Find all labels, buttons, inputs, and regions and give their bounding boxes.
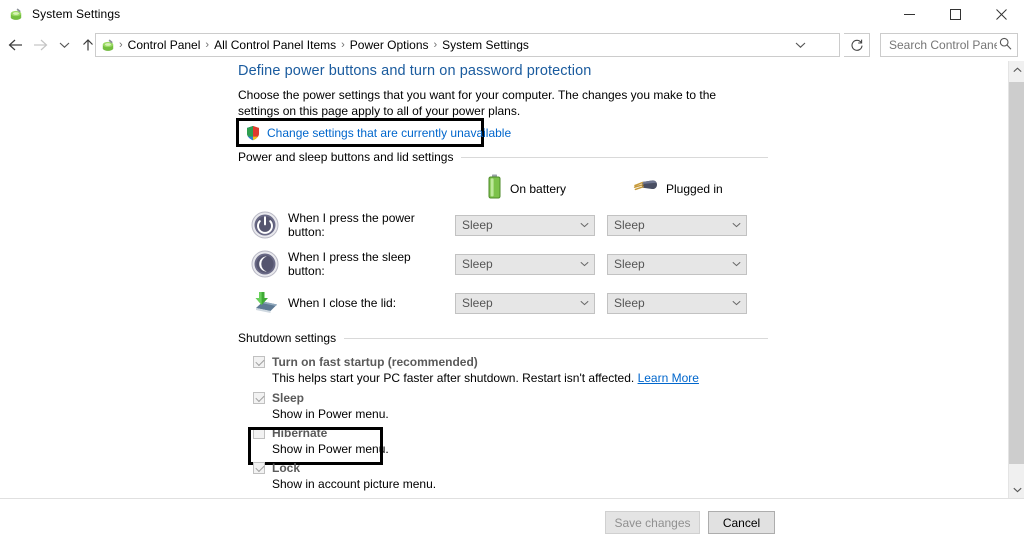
setting-label-power-button: When I press the power button: — [288, 211, 415, 239]
chevron-down-icon — [578, 300, 590, 306]
shutdown-section-header: Shutdown settings — [238, 331, 768, 345]
fast-startup-label: Turn on fast startup (recommended) — [272, 355, 478, 369]
sleep-label: Sleep — [272, 391, 305, 405]
lock-checkbox[interactable] — [253, 462, 265, 474]
shutdown-item-sleep: Sleep Show in Power menu. — [253, 391, 389, 421]
breadcrumb-item-control-panel[interactable]: Control Panel — [124, 38, 205, 52]
shutdown-item-lock: Lock Show in account picture menu. — [253, 461, 436, 491]
select-value: Sleep — [462, 257, 493, 271]
change-settings-link[interactable]: Change settings that are currently unava… — [267, 126, 511, 140]
setting-label-sleep-button: When I press the sleep button: — [288, 250, 411, 278]
page-title: Define power buttons and turn on passwor… — [238, 63, 592, 79]
breadcrumb-item-all-control-panel-items[interactable]: All Control Panel Items — [210, 38, 340, 52]
scrollbar-thumb[interactable] — [1009, 82, 1024, 464]
sleep-button-plugged-in-select[interactable]: Sleep — [607, 253, 747, 275]
save-changes-button[interactable]: Save changes — [605, 511, 700, 534]
column-header-on-battery: On battery — [487, 174, 566, 203]
close-lid-icon — [250, 288, 280, 318]
cancel-button[interactable]: Cancel — [708, 511, 775, 534]
select-value: Sleep — [462, 218, 493, 232]
power-button-icon — [250, 210, 280, 240]
breadcrumb[interactable]: › Control Panel › All Control Panel Item… — [95, 33, 840, 57]
address-bar: › Control Panel › All Control Panel Item… — [0, 28, 1024, 61]
minimize-icon[interactable] — [886, 0, 932, 28]
chevron-down-icon — [730, 300, 742, 306]
power-button-plugged-in-select[interactable]: Sleep — [607, 214, 747, 236]
window-title: System Settings — [32, 7, 121, 21]
hibernate-description: Show in Power menu. — [272, 442, 389, 456]
select-value: Sleep — [614, 296, 645, 310]
sleep-description: Show in Power menu. — [272, 407, 389, 421]
learn-more-link[interactable]: Learn More — [638, 371, 699, 385]
select-value: Sleep — [462, 296, 493, 310]
select-value: Sleep — [614, 257, 645, 271]
shutdown-item-fast-startup: Turn on fast startup (recommended) This … — [253, 355, 699, 385]
setting-label-close-lid: When I close the lid: — [288, 296, 397, 310]
sleep-button-on-battery-select[interactable]: Sleep — [455, 253, 595, 275]
select-value: Sleep — [614, 218, 645, 232]
power-button-on-battery-select[interactable]: Sleep — [455, 214, 595, 236]
system-settings-window: System Settings › Control Panel › All Co… — [0, 0, 1024, 537]
settings-content: Define power buttons and turn on passwor… — [0, 61, 1008, 498]
page-description: Choose the power settings that you want … — [238, 88, 717, 118]
search-box[interactable] — [880, 33, 1018, 57]
power-options-icon — [100, 37, 116, 53]
scroll-up-icon[interactable] — [1009, 61, 1024, 78]
uac-shield-icon — [245, 125, 261, 141]
lock-description: Show in account picture menu. — [272, 477, 437, 491]
breadcrumb-item-system-settings[interactable]: System Settings — [438, 38, 533, 52]
breadcrumb-item-power-options[interactable]: Power Options — [346, 38, 433, 52]
section-divider — [344, 337, 768, 339]
dialog-footer: Save changes Cancel — [0, 498, 1024, 537]
refresh-icon[interactable] — [844, 33, 870, 57]
setting-row-power-button: When I press the power button: Sleep Sle… — [250, 210, 770, 240]
chevron-down-icon — [578, 222, 590, 228]
maximize-icon[interactable] — [932, 0, 978, 28]
setting-row-sleep-button: When I press the sleep button: Sleep Sle… — [250, 249, 770, 279]
close-icon[interactable] — [978, 0, 1024, 28]
hibernate-checkbox[interactable] — [253, 427, 265, 439]
power-options-icon — [8, 6, 24, 22]
close-lid-on-battery-select[interactable]: Sleep — [455, 292, 595, 314]
setting-row-close-lid: When I close the lid: Sleep Sleep — [250, 288, 770, 318]
title-bar: System Settings — [0, 0, 1024, 28]
search-input[interactable] — [887, 37, 999, 53]
sleep-checkbox[interactable] — [253, 392, 265, 404]
shutdown-item-hibernate: Hibernate Show in Power menu. — [253, 426, 389, 456]
hibernate-label: Hibernate — [272, 426, 328, 440]
chevron-down-icon — [730, 222, 742, 228]
recent-pages-chevron-icon[interactable] — [52, 31, 76, 59]
change-settings-annotation-box: Change settings that are currently unava… — [236, 118, 511, 147]
search-icon[interactable] — [999, 37, 1012, 53]
fast-startup-description: This helps start your PC faster after sh… — [272, 371, 699, 385]
forward-arrow-icon — [28, 31, 52, 59]
back-arrow-icon[interactable] — [4, 31, 28, 59]
chevron-down-icon — [730, 261, 742, 267]
power-section-header: Power and sleep buttons and lid settings — [238, 150, 768, 164]
column-label-on-battery: On battery — [510, 181, 567, 196]
battery-icon — [487, 174, 502, 203]
sleep-button-icon — [250, 249, 280, 279]
chevron-down-icon[interactable] — [787, 34, 813, 56]
lock-label: Lock — [272, 461, 301, 475]
close-lid-plugged-in-select[interactable]: Sleep — [607, 292, 747, 314]
scroll-down-icon[interactable] — [1009, 481, 1024, 498]
shutdown-section-label: Shutdown settings — [238, 331, 337, 345]
chevron-down-icon — [578, 261, 590, 267]
column-label-plugged-in: Plugged in — [666, 181, 723, 196]
window-controls — [886, 0, 1024, 28]
power-plug-icon — [632, 178, 658, 199]
section-divider — [461, 156, 768, 158]
power-section-label: Power and sleep buttons and lid settings — [238, 150, 454, 164]
fast-startup-checkbox[interactable] — [253, 356, 265, 368]
column-header-plugged-in: Plugged in — [632, 178, 723, 199]
vertical-scrollbar[interactable] — [1008, 61, 1024, 498]
